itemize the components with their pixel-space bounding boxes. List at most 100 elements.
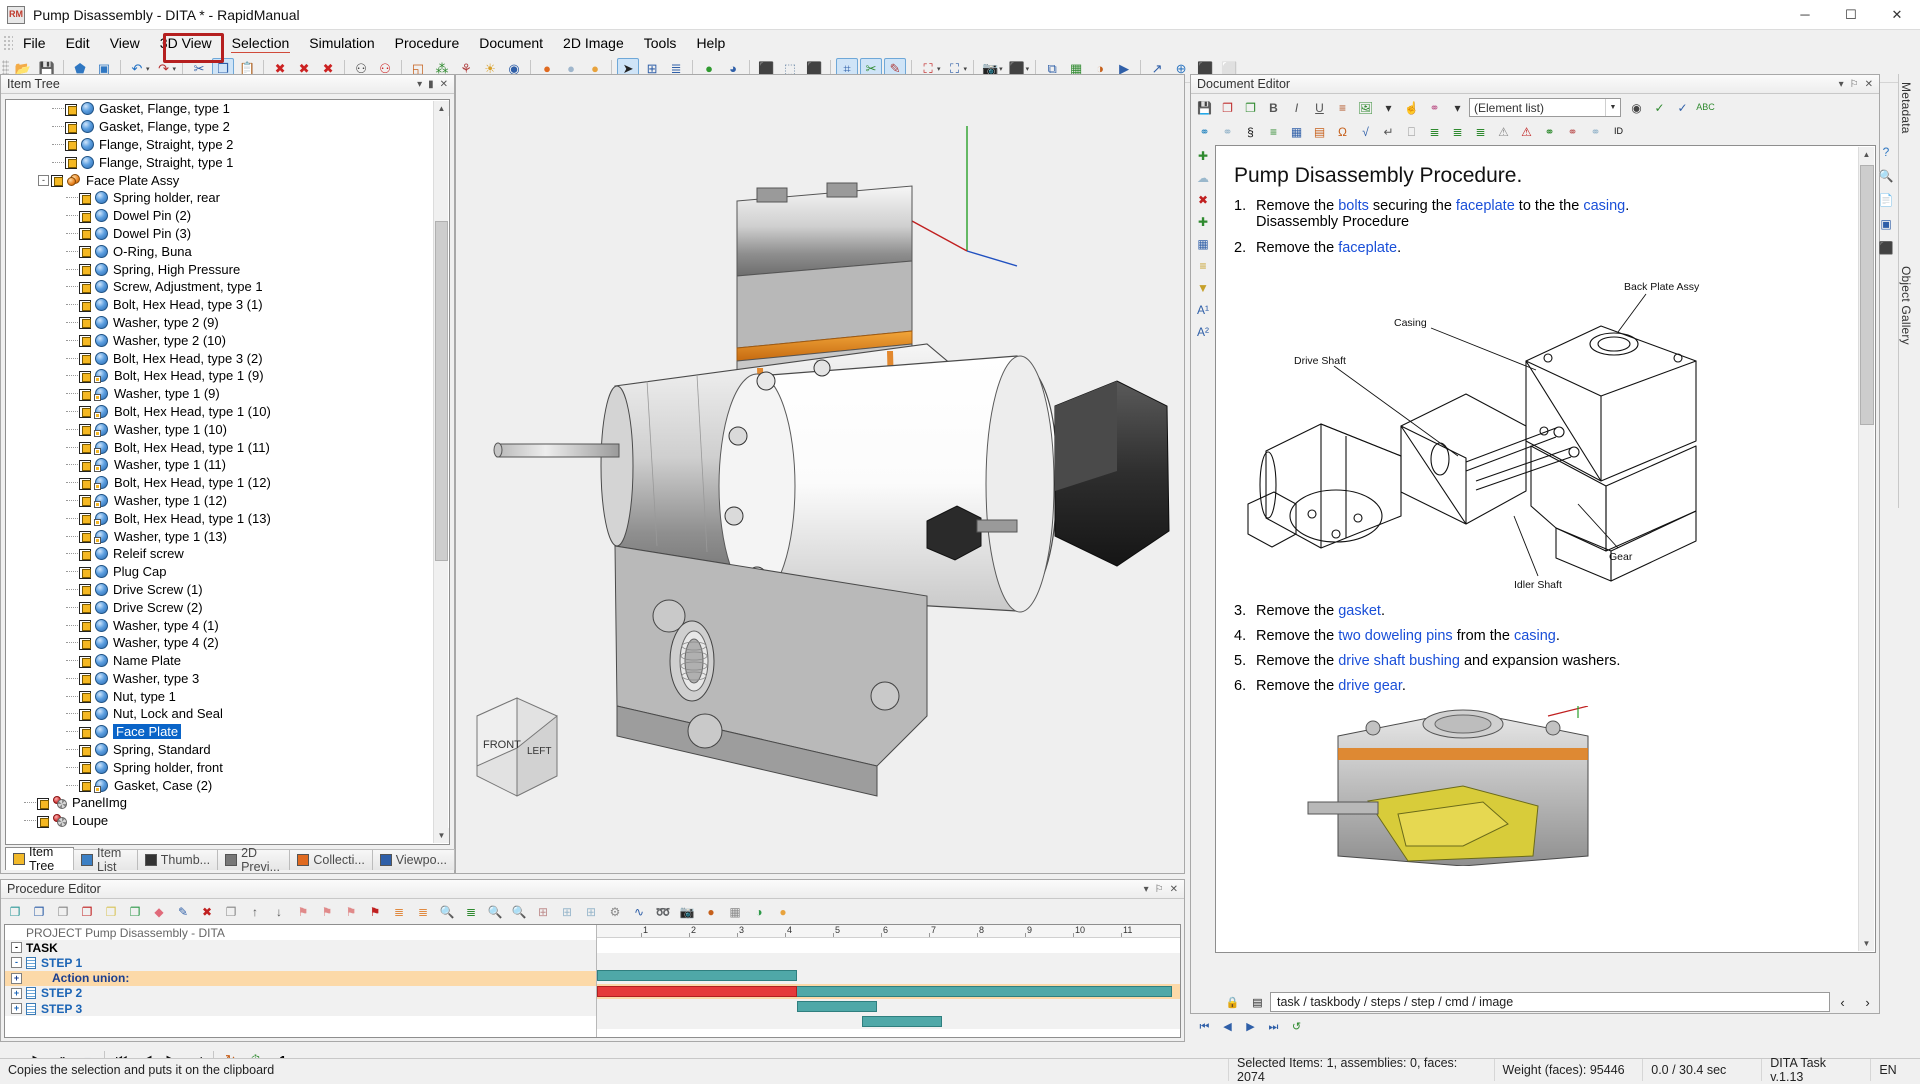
step-link[interactable]: drive shaft bushing [1338,653,1460,669]
page-break-icon[interactable]: ⎕ [1401,122,1422,142]
procedure-row-step[interactable]: - STEP 1 [5,955,596,971]
menu-simulation[interactable]: Simulation [299,32,384,54]
tree-expander-icon[interactable]: - [38,174,49,186]
menu-2d-image[interactable]: 2D Image [553,32,634,54]
tree-row[interactable]: O-Ring, Buna [6,242,449,260]
tree-row[interactable]: Bolt, Hex Head, type 1 (13) [6,509,449,527]
curve-icon[interactable]: ∿ [628,902,650,922]
tree-row[interactable]: Bolt, Hex Head, type 3 (2) [6,349,449,367]
link-chain-icon[interactable]: ⚭ [1194,122,1215,142]
copy-doc-icon[interactable]: ❐ [28,902,50,922]
procedure-expander-icon[interactable]: + [11,972,22,984]
document-content-area[interactable]: Pump Disassembly Procedure. 1. Remove the… [1215,145,1876,953]
minimize-button[interactable]: ─ [1782,0,1828,30]
save-doc-icon[interactable]: 💾 [1194,98,1215,118]
camera-key-icon[interactable]: 📷 [676,902,698,922]
green-doc-icon[interactable]: ❐ [124,902,146,922]
doc-scroll-down-icon[interactable]: ▼ [1859,936,1874,951]
menu-selection[interactable]: Selection [222,32,300,54]
path-icon[interactable]: ➿ [652,902,674,922]
tree-row[interactable]: Nut, Lock and Seal [6,705,449,723]
zoom-in-icon[interactable]: 🔍 [484,902,506,922]
duplicate-step-icon[interactable]: ❐ [220,902,242,922]
tree-row[interactable]: Spring holder, rear [6,189,449,207]
bold-icon[interactable]: B [1263,98,1284,118]
indent-add-icon[interactable]: ≣ [1424,122,1445,142]
tab-collecti[interactable]: Collecti... [289,849,373,870]
paragraph-icon[interactable]: ≡ [1332,98,1353,118]
list-insert-icon[interactable]: ≡ [1193,255,1213,277]
timeline-bar[interactable] [597,970,797,982]
sphere-key-icon[interactable]: ● [700,902,722,922]
tree-row[interactable]: Gasket, Flange, type 2 [6,118,449,136]
group-delete-icon[interactable]: ⊞ [532,902,554,922]
warning-red-icon[interactable]: ⚠ [1516,122,1537,142]
abc-check-icon[interactable]: ABC [1695,98,1716,118]
add-green-icon[interactable]: ✚ [1193,145,1213,167]
flag-left-icon[interactable]: ⚑ [340,902,362,922]
menu-tools[interactable]: Tools [634,32,687,54]
maximize-button[interactable]: ☐ [1828,0,1874,30]
scroll-up-icon[interactable]: ▲ [434,101,449,116]
item-tree-close-button[interactable]: ✕ [440,79,448,90]
xml-path-field[interactable]: task / taskbody / steps / step / cmd / i… [1270,992,1830,1012]
subscript-a-icon[interactable]: A² [1193,321,1213,343]
tree-row[interactable]: Bolt, Hex Head, type 1 (10) [6,403,449,421]
tree-row[interactable]: Dowel Pin (3) [6,225,449,243]
scroll-thumb[interactable] [435,221,448,561]
timeline-bar[interactable] [797,1000,877,1012]
menu-procedure[interactable]: Procedure [385,32,470,54]
item-tree-list[interactable]: Gasket, Flange, type 1 Gasket, Flange, ty… [5,99,450,845]
doc-import-icon[interactable]: ❐ [1217,98,1238,118]
tree-row[interactable]: Bolt, Hex Head, type 1 (9) [6,367,449,385]
tab-viewpo[interactable]: Viewpo... [371,849,455,870]
tree-row[interactable]: Washer, type 1 (13) [6,527,449,545]
expand-timeline-icon[interactable]: ≣ [460,902,482,922]
procedure-editor-menu-button[interactable]: ▾ [1144,884,1149,895]
tree-row[interactable]: Drive Screw (2) [6,598,449,616]
tree-row[interactable]: Name Plate [6,652,449,670]
document-editor-menu-button[interactable]: ▾ [1839,79,1844,90]
menu-file[interactable]: File [13,32,56,54]
step-link[interactable]: gasket [1338,603,1381,619]
yellow-doc-icon[interactable]: ❐ [100,902,122,922]
procedure-row-step[interactable]: + STEP 3 [5,1000,596,1017]
bookmark-add-icon[interactable]: ⚭ [1539,122,1560,142]
line-break-icon[interactable]: ↵ [1378,122,1399,142]
procedure-editor-close-button[interactable]: ✕ [1170,884,1178,895]
timeline-bar[interactable] [597,985,797,997]
monitor-preview-icon[interactable]: ▣ [1875,212,1897,236]
step-link[interactable]: casing [1514,628,1556,644]
tree-row[interactable]: Gasket, Case (2) [6,776,449,794]
insert-green-icon[interactable]: ✚ [1193,211,1213,233]
tree-row[interactable]: Washer, type 2 (9) [6,314,449,332]
tree-row[interactable]: Flange, Straight, type 2 [6,136,449,154]
insert-image-dropdown-icon[interactable]: ▾ [1378,98,1399,118]
close-button[interactable]: ✕ [1874,0,1920,30]
search-icon[interactable]: 🔍 [1875,164,1897,188]
align-top-icon[interactable]: ≣ [388,902,410,922]
tree-row[interactable]: Spring holder, front [6,758,449,776]
formula-icon[interactable]: √ [1355,122,1376,142]
menu-document[interactable]: Document [469,32,553,54]
tree-row-selected[interactable]: Face Plate [6,723,449,741]
right-dock-object-gallery[interactable]: Object Gallery [1898,258,1920,508]
add-keyframe-icon[interactable]: ◆ [148,902,170,922]
flag-delete-icon[interactable]: ⚑ [364,902,386,922]
doc-scroll-up-icon[interactable]: ▲ [1859,147,1874,162]
flag-icon[interactable]: ⚑ [292,902,314,922]
procedure-editor-pin-button[interactable]: ⚐ [1155,884,1164,895]
link-icon[interactable]: ⚭ [1424,98,1445,118]
procedure-row-step[interactable]: + STEP 2 [5,985,596,1001]
procedure-row-action[interactable]: + Action union: [5,970,596,986]
table-insert-icon[interactable]: ▦ [1193,233,1213,255]
item-tree-pin-button[interactable]: ▮ [428,79,434,90]
tree-row[interactable]: Plug Cap [6,563,449,581]
tree-row[interactable]: Bolt, Hex Head, type 1 (12) [6,474,449,492]
procedure-expander-icon[interactable]: - [11,957,22,969]
warning-grey-icon[interactable]: ⚠ [1493,122,1514,142]
menu-edit[interactable]: Edit [56,32,100,54]
sort-icon[interactable]: ▼ [1193,277,1213,299]
path-lock-icon[interactable]: 🔒 [1220,990,1245,1014]
zoom-out-icon[interactable]: 🔍 [508,902,530,922]
